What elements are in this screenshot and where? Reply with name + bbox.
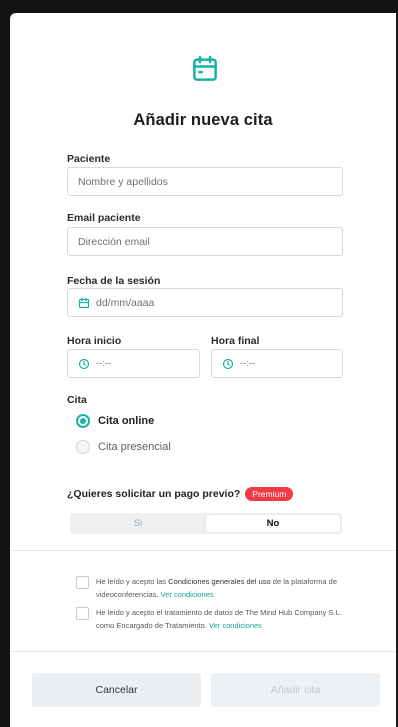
- radio-in-person[interactable]: Cita presencial: [76, 440, 171, 454]
- start-time-label: Hora inicio: [67, 335, 122, 347]
- consent-row-1: He leído y acepto las Condiciones genera…: [76, 575, 351, 601]
- date-placeholder: dd/mm/aaaa: [96, 296, 155, 309]
- modal-title: Añadir nueva cita: [133, 111, 273, 129]
- consent-1-terms-text: Condiciones generales del uso: [168, 577, 271, 586]
- divider-top: [10, 550, 396, 551]
- payment-question: ¿Quieres solicitar un pago previo? Premi…: [67, 487, 294, 501]
- end-time-placeholder: --:--: [240, 358, 256, 369]
- divider-bottom: [10, 651, 396, 652]
- email-input[interactable]: Dirección email: [67, 227, 343, 256]
- calendar-small-icon: [78, 297, 90, 308]
- start-time-placeholder: --:--: [96, 358, 112, 369]
- appointment-type-label: Cita: [67, 394, 87, 406]
- consent-2-link[interactable]: Ver condiciones: [209, 621, 262, 630]
- consent-checkbox-2[interactable]: [76, 607, 89, 620]
- end-time-label: Hora final: [211, 335, 260, 347]
- patient-input[interactable]: Nombre y apellidos: [67, 167, 343, 196]
- radio-online-circle[interactable]: [76, 414, 90, 428]
- consent-1-text-pre: He leído y acepto las: [96, 577, 169, 586]
- consent-text-1: He leído y acepto las Condiciones genera…: [96, 575, 351, 601]
- payment-no-option[interactable]: No: [206, 515, 340, 532]
- radio-online-label: Cita online: [98, 415, 155, 427]
- payment-yes-option[interactable]: Si: [70, 515, 206, 532]
- date-input[interactable]: dd/mm/aaaa: [67, 288, 343, 317]
- patient-label: Paciente: [67, 153, 111, 165]
- patient-placeholder: Nombre y apellidos: [78, 175, 168, 188]
- clock-icon: [222, 358, 234, 369]
- date-label: Fecha de la sesión: [67, 275, 161, 287]
- calendar-icon: [193, 55, 217, 81]
- radio-online[interactable]: Cita online: [76, 414, 154, 428]
- consent-row-2: He leído y acepto el tratamiento de dato…: [76, 606, 351, 632]
- consent-text-2: He leído y acepto el tratamiento de dato…: [96, 606, 351, 632]
- payment-toggle: Si No: [70, 513, 342, 534]
- consent-checkbox-1[interactable]: [76, 576, 89, 589]
- end-time-input[interactable]: --:--: [211, 349, 343, 378]
- window-top-bar: [0, 0, 398, 13]
- email-label: Email paciente: [67, 212, 141, 224]
- consent-1-link[interactable]: Ver condiciones: [161, 590, 214, 599]
- premium-badge: Premium: [245, 487, 294, 501]
- add-appointment-button[interactable]: Añadir cita: [211, 673, 380, 707]
- email-placeholder: Dirección email: [78, 235, 150, 248]
- radio-in-person-circle[interactable]: [76, 440, 90, 454]
- window-left-bar: [0, 0, 10, 727]
- new-appointment-modal: Añadir nueva cita Paciente Nombre y apel…: [10, 13, 396, 727]
- radio-in-person-label: Cita presencial: [98, 441, 171, 453]
- payment-question-text: ¿Quieres solicitar un pago previo?: [67, 488, 241, 500]
- clock-icon: [78, 358, 90, 369]
- start-time-input[interactable]: --:--: [67, 349, 200, 378]
- cancel-button[interactable]: Cancelar: [32, 673, 201, 707]
